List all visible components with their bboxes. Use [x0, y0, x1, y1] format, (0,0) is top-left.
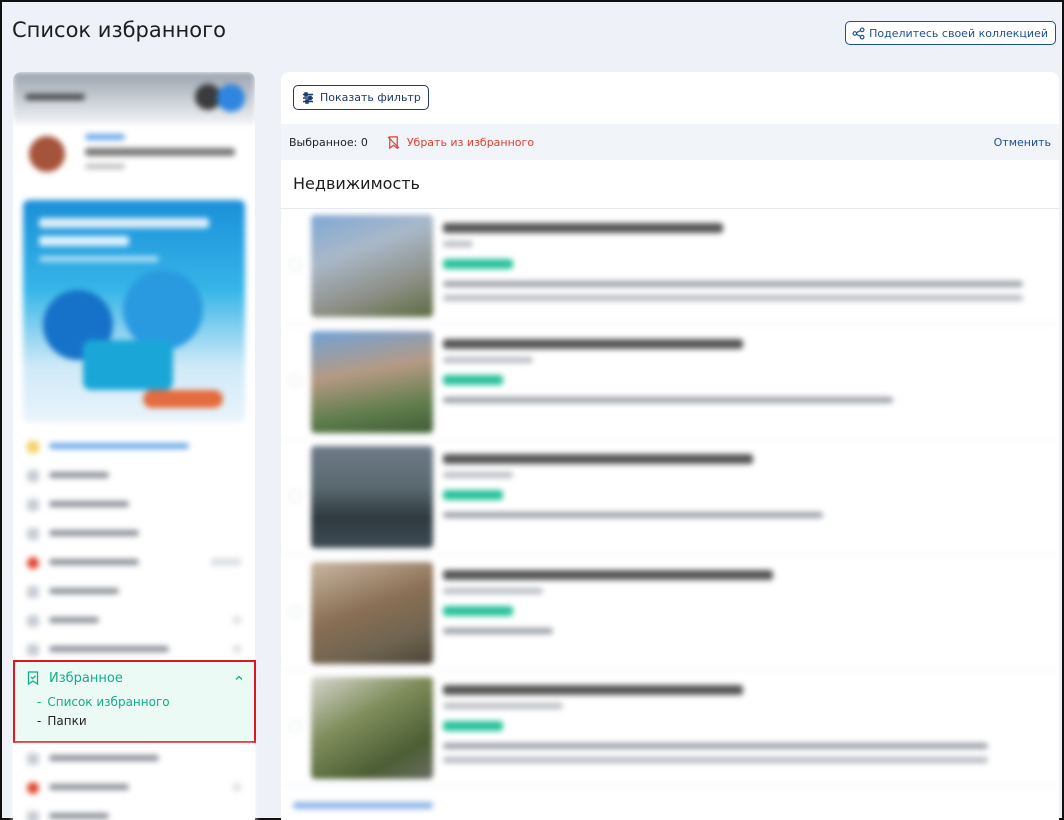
sidebar-item[interactable] — [13, 490, 255, 519]
sidebar-subitem-folders[interactable]: - Папки — [37, 714, 87, 728]
listing-item[interactable] — [281, 209, 1059, 324]
listing-thumbnail[interactable] — [311, 677, 433, 779]
user-avatar — [29, 136, 65, 172]
share-collection-label: Поделитесь своей коллекцией — [869, 26, 1048, 40]
page-title: Список избранного — [12, 18, 226, 42]
listing-thumbnail[interactable] — [311, 331, 433, 433]
remove-from-favorites-button[interactable]: Убрать из избранного — [386, 135, 534, 150]
sidebar-item[interactable] — [13, 577, 255, 606]
show-filter-label: Показать фильтр — [320, 91, 421, 104]
subitem-bullet: - — [37, 714, 42, 728]
sidebar-item-favorites[interactable]: Избранное — [27, 668, 244, 688]
listing-checkbox[interactable] — [289, 259, 301, 271]
sidebar-top-bar — [13, 72, 255, 124]
share-collection-button[interactable]: Поделитесь своей коллекцией — [845, 21, 1056, 45]
sidebar-item[interactable] — [13, 744, 255, 773]
sidebar-menu — [13, 432, 255, 664]
sidebar-bottom-items — [13, 744, 255, 820]
section-title: Недвижимость — [293, 174, 420, 193]
listing-thumbnail[interactable] — [311, 446, 433, 548]
sidebar-item[interactable] — [13, 432, 255, 461]
promo-banner[interactable] — [23, 200, 245, 422]
subitem-bullet: - — [37, 695, 42, 709]
sidebar-item[interactable] — [13, 606, 255, 635]
sidebar-favorites-section: Избранное - Список избранного - Папки — [13, 660, 256, 743]
sidebar-subitem-favorites-list[interactable]: - Список избранного — [37, 695, 170, 709]
listing-checkbox[interactable] — [289, 375, 301, 387]
chevron-up-icon[interactable] — [234, 673, 244, 683]
favorites-label: Избранное — [49, 670, 123, 686]
remove-from-favorites-label: Убрать из избранного — [406, 135, 535, 149]
selection-bar: Выбранное: 0 Убрать из избранного Отмени… — [281, 124, 1059, 160]
user-profile-card[interactable] — [13, 124, 255, 194]
promo-banner-button[interactable] — [143, 390, 223, 408]
share-icon — [852, 26, 865, 40]
subitem-label: Список избранного — [47, 695, 170, 709]
listing-item[interactable] — [281, 671, 1059, 786]
page-header: Список избранного Поделитесь своей колле… — [2, 2, 1062, 64]
listing-item[interactable] — [281, 556, 1059, 671]
avatar[interactable] — [217, 84, 245, 112]
listing-checkbox[interactable] — [289, 721, 301, 733]
selected-count: Выбранное: 0 — [289, 135, 368, 149]
sidebar-item[interactable] — [13, 773, 255, 802]
bookmark-remove-icon — [387, 135, 400, 149]
main-panel: Показать фильтр Выбранное: 0 Убрать из и… — [281, 72, 1059, 820]
subitem-label: Папки — [47, 714, 87, 728]
sidebar-item[interactable] — [13, 461, 255, 490]
sidebar-item[interactable] — [13, 802, 255, 820]
app-window: Список избранного Поделитесь своей колле… — [0, 0, 1064, 820]
show-filter-button[interactable]: Показать фильтр — [293, 85, 429, 110]
listing-item[interactable] — [281, 440, 1059, 555]
listing-checkbox[interactable] — [289, 606, 301, 618]
show-more-link[interactable] — [293, 802, 433, 809]
bookmark-icon — [27, 671, 39, 685]
filter-sliders-icon — [303, 91, 313, 104]
sidebar-item[interactable] — [13, 548, 255, 577]
sidebar-blurred-content — [13, 72, 255, 664]
sidebar-item[interactable] — [13, 519, 255, 548]
listing-thumbnail[interactable] — [311, 215, 433, 317]
cancel-button[interactable]: Отменить — [994, 136, 1051, 149]
listing-item[interactable] — [281, 325, 1059, 440]
listing-thumbnail[interactable] — [311, 562, 433, 664]
listing-checkbox[interactable] — [289, 490, 301, 502]
